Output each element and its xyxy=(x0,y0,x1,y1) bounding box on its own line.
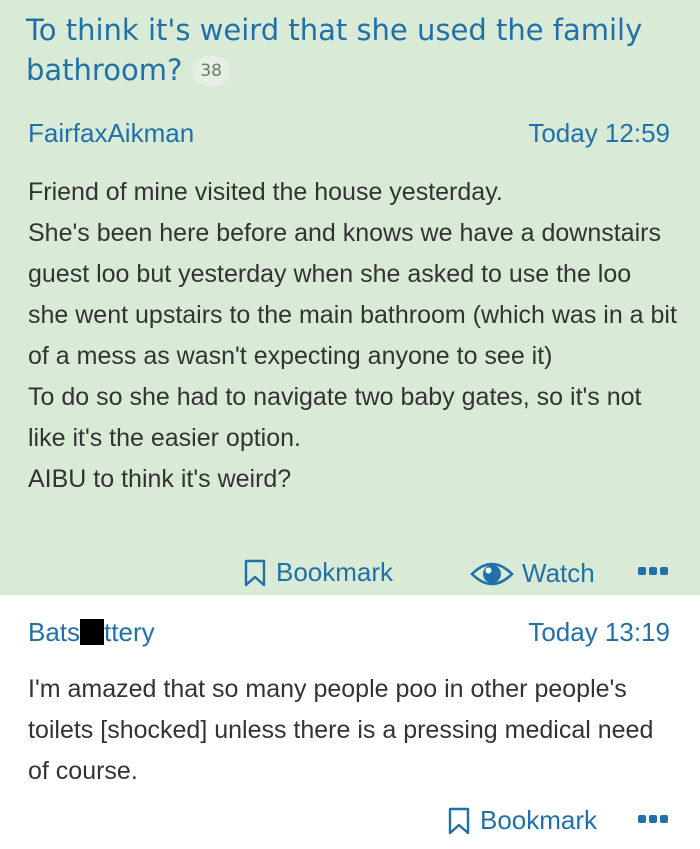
bookmark-icon xyxy=(244,559,266,587)
op-watch-button[interactable]: Watch xyxy=(470,558,595,589)
reply-body: I'm amazed that so many people poo in ot… xyxy=(28,675,654,785)
reply-timestamp: Today 13:19 xyxy=(528,617,670,647)
op-watch-label: Watch xyxy=(522,558,595,588)
op-body-line: She's been here before and knows we have… xyxy=(28,219,677,370)
op-body-line: Friend of mine visited the house yesterd… xyxy=(28,178,503,206)
redaction-box xyxy=(80,619,105,645)
more-options-icon[interactable] xyxy=(638,567,668,575)
op-bookmark-label: Bookmark xyxy=(276,557,394,587)
op-body-line: AIBU to think it's weird? xyxy=(28,465,292,493)
more-options-icon[interactable] xyxy=(638,815,668,823)
reply-author-end: ttery xyxy=(104,617,155,647)
thread-title[interactable]: To think it's weird that she used the fa… xyxy=(26,10,666,90)
reply-bookmark-button[interactable]: Bookmark xyxy=(448,805,597,836)
original-post: To think it's weird that she used the fa… xyxy=(0,0,700,595)
op-body: Friend of mine visited the house yesterd… xyxy=(28,172,678,500)
eye-icon xyxy=(470,559,514,589)
op-timestamp: Today 12:59 xyxy=(528,118,670,148)
op-author[interactable]: FairfaxAikman xyxy=(28,118,194,149)
op-body-line: To do so she had to navigate two baby ga… xyxy=(28,383,642,452)
reply-author[interactable]: Bats ttery xyxy=(28,617,155,648)
reply-author-start: Bats xyxy=(28,617,81,647)
reply-count-badge: 38 xyxy=(192,56,230,86)
thread-title-text[interactable]: To think it's weird that she used the fa… xyxy=(26,13,642,87)
reply-post: Bats ttery Today 13:19 I'm amazed that so… xyxy=(0,595,700,849)
op-bookmark-button[interactable]: Bookmark xyxy=(244,557,393,588)
reply-bookmark-label: Bookmark xyxy=(480,805,598,835)
bookmark-icon xyxy=(448,807,470,835)
